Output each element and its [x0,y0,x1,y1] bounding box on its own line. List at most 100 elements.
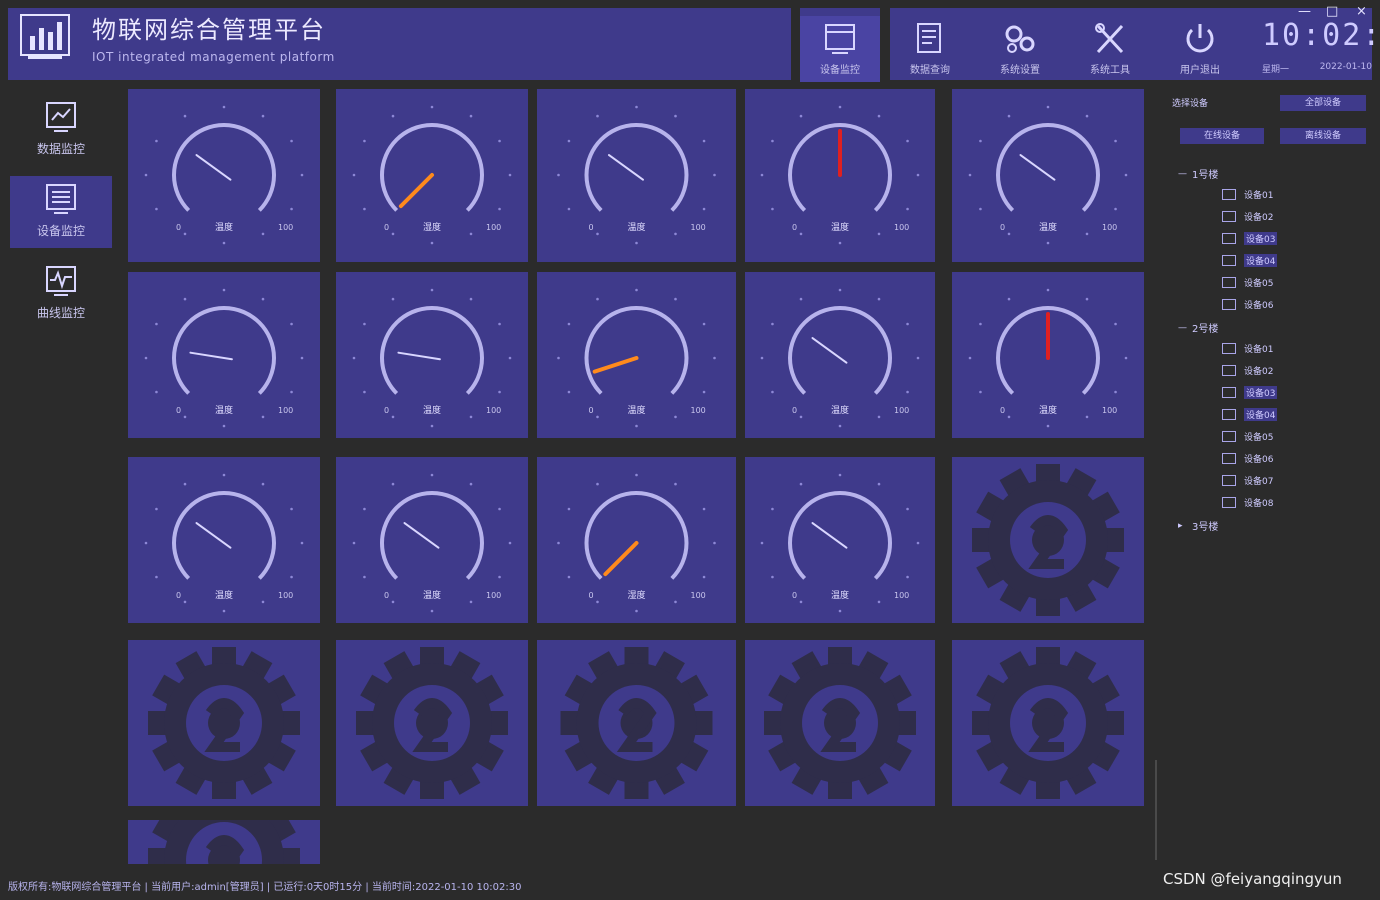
tree-device-label: 设备03 [1244,232,1278,245]
device-offline-tile[interactable] [952,457,1144,623]
tick-mark [596,232,599,236]
tick-mark [183,415,187,419]
gauge-arc [380,123,484,212]
tick-mark [567,207,571,211]
tree-group-node[interactable]: —1号楼 [1178,166,1218,182]
tick-mark [391,600,395,604]
toolbar-system-settings-button[interactable]: 系统设置 [980,16,1060,82]
tree-device-item[interactable]: 设备08 [1222,496,1273,509]
gauge-max-label: 100 [894,591,909,600]
tools-icon [1095,23,1124,54]
device-gauge-tile[interactable]: 0 100 湿度 [336,89,528,262]
tree-device-item[interactable]: 设备06 [1222,452,1273,465]
toolbar-device-monitor-button[interactable]: 设备监控 [800,16,880,82]
tick-mark [498,322,501,326]
toolbar-data-query-button[interactable]: 数据查询 [890,16,970,82]
tick-mark [799,114,803,118]
device-gauge-tile[interactable]: 0 100 温度 [952,272,1144,438]
maximize-button[interactable]: □ [1326,4,1338,19]
sidebar-item-curve-monitor[interactable]: 曲线监控 [10,258,112,330]
tree-group-node[interactable]: ▸ 3号楼 [1178,518,1218,534]
device-offline-tile[interactable] [745,640,935,806]
device-gauge-tile[interactable]: 0 100 温度 [745,272,935,438]
gear-cluster-icon [1005,25,1035,53]
expand-icon[interactable]: ▸ [1178,521,1192,531]
tick-mark [877,415,881,419]
toolbar-label: 设备监控 [820,65,860,76]
gauge-needle [403,522,440,549]
tick-mark [469,297,473,301]
gauge-max-label: 100 [691,406,706,415]
device-offline-tile[interactable] [128,640,320,806]
monitor-icon [1222,387,1236,398]
tick-mark [1046,105,1050,109]
tree-device-item[interactable]: 设备02 [1222,364,1273,377]
tick-mark [557,356,560,360]
device-gauge-tile[interactable]: 0 100 温度 [952,89,1144,262]
tick-mark [352,541,356,545]
gauge-min-label: 0 [792,591,797,600]
device-gauge-tile[interactable]: 0 100 温度 [537,89,736,262]
gauge-max-label: 100 [486,591,501,600]
device-offline-tile[interactable] [336,640,528,806]
tick-mark [674,297,677,301]
tree-device-item[interactable]: 设备06 [1222,298,1273,311]
tick-mark [916,356,920,360]
tree-device-item[interactable]: 设备02 [1222,210,1273,223]
tick-mark [906,390,909,394]
tree-group-node[interactable]: —2号楼 [1178,320,1218,336]
tick-mark [222,473,226,477]
tick-mark [144,541,148,545]
device-offline-tile[interactable] [537,640,736,806]
device-gauge-tile[interactable]: 0 100 温度 [537,272,736,438]
device-offline-tile[interactable] [952,640,1144,806]
sidebar-item-device-monitor[interactable]: 设备监控 [10,176,112,248]
all-devices-button[interactable]: 全部设备 [1280,95,1366,111]
tick-mark [674,600,677,604]
device-gauge-tile[interactable]: 0 100 温度 [336,272,528,438]
toolbar-logout-button[interactable]: 用户退出 [1160,16,1240,82]
device-gauge-tile[interactable]: 0 100 温度 [128,272,320,438]
tick-mark [596,482,599,486]
device-gauge-tile[interactable]: 0 100 湿度 [537,457,736,623]
online-devices-button[interactable]: 在线设备 [1180,128,1264,144]
gauge-max-label: 100 [1102,223,1117,232]
device-gauge-tile[interactable]: 0 100 温度 [336,457,528,623]
tick-mark [596,297,599,301]
tick-mark [596,415,599,419]
tick-mark [771,575,774,579]
tick-mark [155,322,158,326]
collapse-icon[interactable]: — [1178,169,1192,179]
gauge-max-label: 100 [278,223,293,232]
gauge-needle [195,154,232,181]
app-title: 物联网综合管理平台 [92,16,326,44]
sidebar-item-data-monitor[interactable]: 数据监控 [10,94,112,166]
close-button[interactable]: × [1356,4,1367,19]
gauge-max-label: 100 [278,591,293,600]
minimize-button[interactable]: — [1298,4,1311,19]
toolbar-system-tools-button[interactable]: 系统工具 [1070,16,1150,82]
device-offline-tile[interactable] [128,820,320,864]
tree-device-label: 设备03 [1244,386,1278,399]
collapse-icon[interactable]: — [1178,323,1192,333]
gauge-arc [172,306,276,395]
gauge-max-label: 100 [486,223,501,232]
device-gauge-tile[interactable]: 0 100 温度 [128,457,320,623]
gauge-label: 温度 [1039,404,1057,416]
tree-device-item[interactable]: 设备04 [1222,254,1278,267]
offline-gear-icon [972,647,1124,799]
tree-device-item[interactable]: 设备04 [1222,408,1278,421]
device-gauge-tile[interactable]: 0 100 温度 [745,457,935,623]
tree-device-item[interactable]: 设备01 [1222,342,1273,355]
offline-devices-button[interactable]: 离线设备 [1280,128,1366,144]
tree-device-item[interactable]: 设备03 [1222,232,1278,245]
tick-mark [702,322,706,326]
device-gauge-tile[interactable]: 0 100 温度 [128,89,320,262]
tree-device-item[interactable]: 设备03 [1222,386,1278,399]
tree-device-item[interactable]: 设备05 [1222,430,1273,443]
tree-device-item[interactable]: 设备01 [1222,188,1273,201]
device-gauge-tile[interactable]: 0 100 温度 [745,89,935,262]
tree-device-item[interactable]: 设备07 [1222,474,1273,487]
tick-mark [430,288,434,292]
tree-device-item[interactable]: 设备05 [1222,276,1273,289]
